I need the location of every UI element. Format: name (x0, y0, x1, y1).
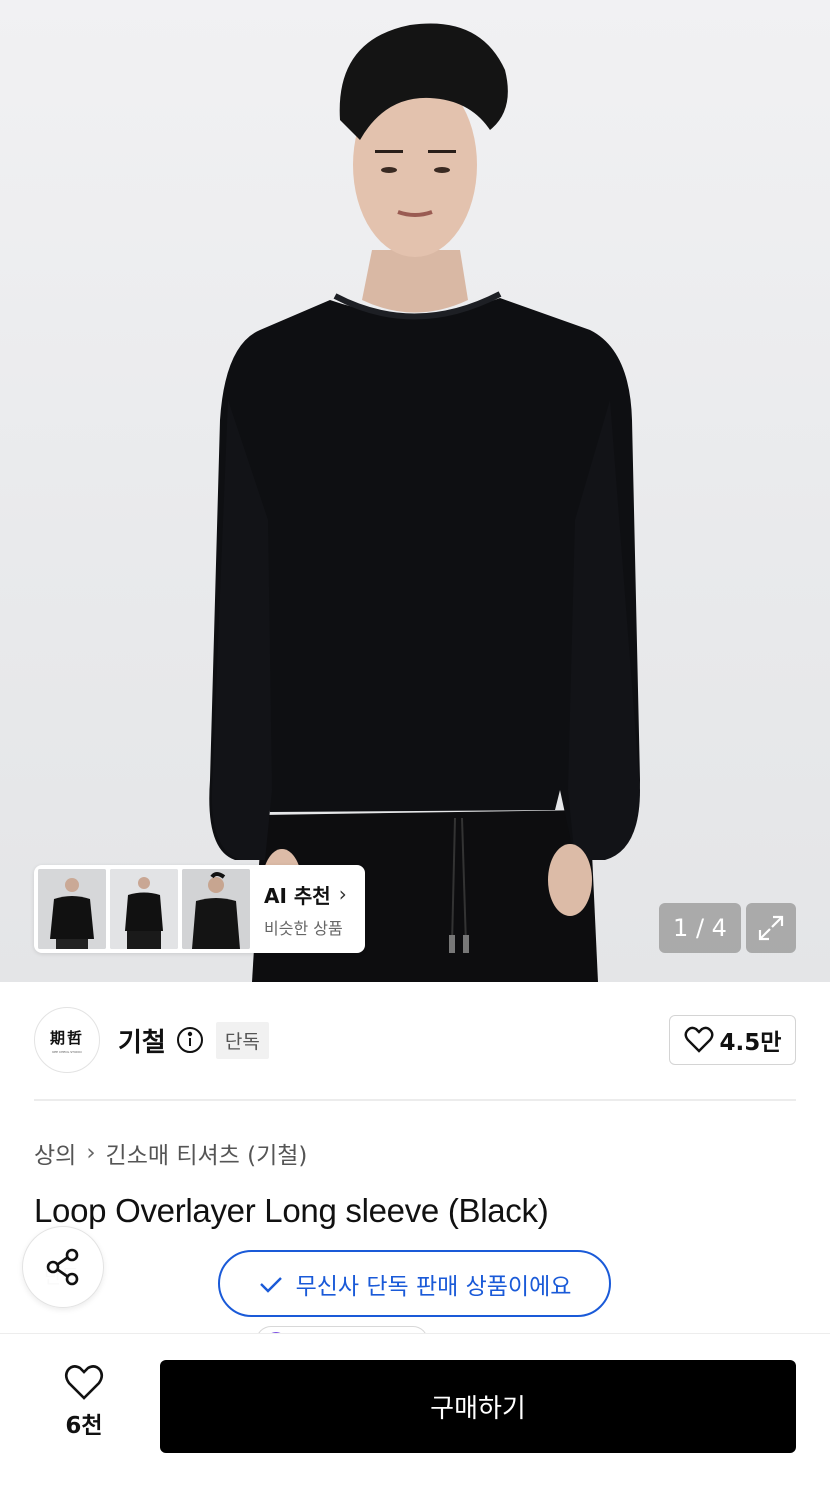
share-icon (46, 1248, 79, 1286)
heart-icon (684, 1026, 714, 1053)
bottom-action-bar: 6천 구매하기 (0, 1333, 830, 1500)
brand-exclusive-badge: 단독 (215, 1021, 269, 1059)
breadcrumb-subcategory[interactable]: 긴소매 티셔츠 (기철) (106, 1136, 308, 1170)
brand-like-count: 4.5만 (719, 1030, 782, 1056)
ai-recommend-title: AI 추천 › (264, 882, 347, 908)
recommendation-thumbnail[interactable] (38, 869, 106, 949)
image-pager: 1 / 4 (659, 903, 741, 953)
brand-row: 期哲 KEE CHEOL STUDIO 기철 단독 4.5만 (34, 1007, 796, 1073)
expand-icon (758, 915, 784, 941)
buy-button[interactable]: 구매하기 (160, 1360, 796, 1453)
brand-logo-text: 期哲 (49, 1028, 84, 1047)
breadcrumb: 상의 › 긴소매 티셔츠 (기철) (34, 1136, 307, 1170)
thumbnail-image (38, 869, 106, 949)
exclusive-notice-text: 무신사 단독 판매 상품이에요 (295, 1273, 572, 1300)
wishlist-button[interactable]: 6천 (34, 1364, 134, 1440)
recommendation-thumbnail[interactable] (182, 869, 250, 949)
info-icon[interactable] (176, 1026, 204, 1054)
breadcrumb-category[interactable]: 상의 (34, 1136, 76, 1170)
expand-button[interactable] (746, 903, 796, 953)
check-icon (259, 1276, 282, 1293)
thumbnail-image (182, 869, 250, 949)
heart-icon (64, 1365, 104, 1400)
divider (34, 1099, 796, 1101)
thumbnail-image (110, 869, 178, 949)
exclusive-notice-pill[interactable]: 무신사 단독 판매 상품이에요 (218, 1250, 611, 1317)
brand-name[interactable]: 기철 (118, 1022, 166, 1059)
brand-logo-subtext: KEE CHEOL STUDIO (52, 1049, 82, 1054)
share-button[interactable] (22, 1226, 104, 1308)
ai-recommendation-card[interactable]: AI 추천 › 비슷한 상품 (34, 865, 365, 953)
brand-logo[interactable]: 期哲 KEE CHEOL STUDIO (34, 1007, 100, 1073)
chevron-right-icon: › (86, 1140, 96, 1166)
product-title: Loop Overlayer Long sleeve (Black) (34, 1192, 549, 1229)
brand-like-button[interactable]: 4.5만 (669, 1015, 796, 1065)
ai-recommend-subtitle: 비슷한 상품 (264, 918, 343, 938)
product-photo (209, 23, 640, 982)
product-image-gallery[interactable]: AI 추천 › 비슷한 상품 1 / 4 (0, 0, 830, 982)
recommendation-thumbnail[interactable] (110, 869, 178, 949)
chevron-right-icon: › (338, 882, 347, 906)
wishlist-count: 6천 (65, 1413, 103, 1439)
